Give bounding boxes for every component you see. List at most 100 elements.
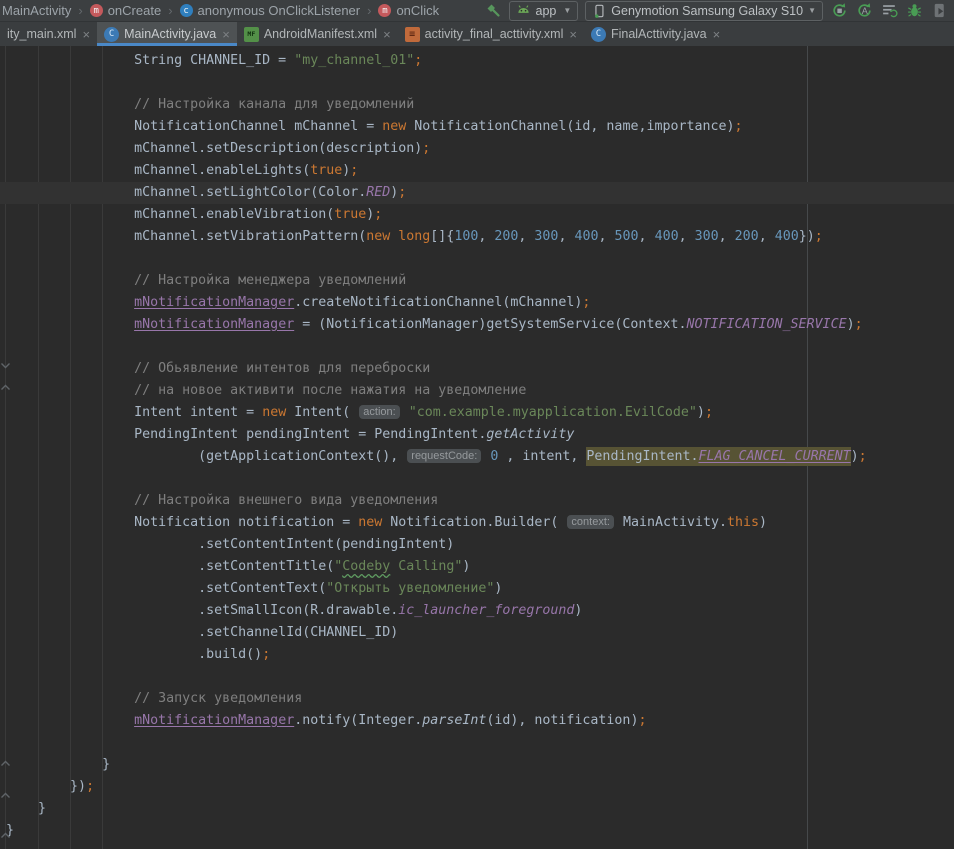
chevron-down-icon: ▼ xyxy=(563,6,571,15)
run-tasks-list-icon[interactable] xyxy=(880,2,898,20)
breadcrumb-label: MainActivity xyxy=(2,3,71,18)
tab-mainactivity-java[interactable]: C MainActivity.java × xyxy=(97,22,237,46)
code-token: .setChannelId(CHANNEL_ID) xyxy=(6,625,398,640)
tab-close-icon[interactable]: × xyxy=(81,28,90,41)
code-token xyxy=(401,405,409,420)
tab-androidmanifest-xml[interactable]: MFAndroidManifest.xml× xyxy=(237,22,398,46)
code-token: Codeby xyxy=(342,559,390,574)
fold-marker-icon[interactable] xyxy=(0,756,11,767)
svg-text:A: A xyxy=(861,6,867,16)
code-token: mChannel.enableVibration( xyxy=(6,207,334,222)
breadcrumb-label: onClick xyxy=(396,3,439,18)
breadcrumb-item-onclick[interactable]: monClick xyxy=(378,3,439,18)
code-token: new xyxy=(358,515,382,530)
code-line: .setContentIntent(pendingIntent) xyxy=(6,534,954,556)
breadcrumb-item-mainactivity[interactable]: MainActivity xyxy=(2,3,71,18)
code-line: mNotificationManager = (NotificationMana… xyxy=(6,314,954,336)
tab-list: ity_main.xml×CMainActivity.java×MFAndroi… xyxy=(0,22,727,46)
code-token: .setContentText( xyxy=(6,581,326,596)
code-token: // Обьявление интентов для переброски xyxy=(6,361,430,376)
layout-file-icon: ≡ xyxy=(405,27,420,42)
fold-marker-icon[interactable] xyxy=(0,788,11,799)
code-token: ; xyxy=(414,53,422,68)
code-token: "my_channel_01" xyxy=(294,53,414,68)
method-icon: m xyxy=(90,4,103,17)
code-token: ) xyxy=(759,515,767,530)
code-token: 100 xyxy=(454,229,478,244)
apply-code-changes-icon[interactable]: A xyxy=(855,2,873,20)
fold-marker-icon[interactable] xyxy=(0,358,11,369)
code-token: 400 xyxy=(574,229,598,244)
debug-bug-icon[interactable] xyxy=(905,2,923,20)
parameter-hint: context: xyxy=(567,515,614,529)
code-line: mChannel.setLightColor(Color.RED); xyxy=(6,182,954,204)
java-class-file-icon: C xyxy=(104,27,119,42)
code-token: ; xyxy=(582,295,590,310)
tab-ity-main-xml[interactable]: ity_main.xml × xyxy=(0,22,97,46)
code-token: ; xyxy=(398,185,406,200)
code-line: } xyxy=(6,820,954,842)
code-line: // Обьявление интентов для переброски xyxy=(6,358,954,380)
code-token: ) xyxy=(851,449,859,464)
code-token: (getApplicationContext(), xyxy=(6,449,406,464)
tab-label: ity_main.xml xyxy=(7,27,76,41)
code-line: .setContentText("Открыть уведомление") xyxy=(6,578,954,600)
fold-marker-icon[interactable] xyxy=(0,828,11,839)
code-token: PendingIntent. xyxy=(586,447,698,466)
code-line: PendingIntent pendingIntent = PendingInt… xyxy=(6,424,954,446)
code-line: // Настройка менеджера уведомлений xyxy=(6,270,954,292)
device-phone-icon xyxy=(592,3,606,19)
code-token: new xyxy=(262,405,286,420)
code-line: .build(); xyxy=(6,644,954,666)
module-selector[interactable]: app ▼ xyxy=(509,1,579,21)
code-token: ; xyxy=(855,317,863,332)
code-token: ; xyxy=(638,713,646,728)
parameter-hint: action: xyxy=(359,405,399,419)
code-line: Notification notification = new Notifica… xyxy=(6,512,954,534)
profile-device-icon[interactable] xyxy=(930,2,948,20)
code-content[interactable]: String CHANNEL_ID = "my_channel_01"; // … xyxy=(0,46,954,842)
code-token: .setContentIntent(pendingIntent) xyxy=(6,537,454,552)
tab-close-icon[interactable]: × xyxy=(712,28,721,41)
tab-activity-final-acttivity-xml[interactable]: ≡ activity_final_acttivity.xml × xyxy=(398,22,584,46)
chevron-down-icon: ▼ xyxy=(808,6,816,15)
tab-close-icon[interactable]: × xyxy=(382,28,391,41)
tab-label: MainActivity.java xyxy=(124,27,216,41)
code-token: }) xyxy=(6,779,86,794)
code-token: (id), notification) xyxy=(486,713,638,728)
code-token: ; xyxy=(815,229,823,244)
fold-marker-icon[interactable] xyxy=(0,380,11,391)
code-line: Intent intent = new Intent( action: "com… xyxy=(6,402,954,424)
code-line xyxy=(6,336,954,358)
code-token: , xyxy=(759,229,775,244)
code-token: this xyxy=(727,515,759,530)
breadcrumb-item-oncreate[interactable]: monCreate xyxy=(90,3,161,18)
breadcrumb-separator: › xyxy=(168,3,172,18)
code-token: []{ xyxy=(430,229,454,244)
code-token: new long xyxy=(366,229,430,244)
code-token: .setSmallIcon(R.drawable. xyxy=(6,603,398,618)
code-line: // Настройка внешнего вида уведомления xyxy=(6,490,954,512)
code-line xyxy=(6,732,954,754)
tab-close-icon[interactable]: × xyxy=(221,28,230,41)
code-token: RED xyxy=(366,185,390,200)
apply-changes-restart-icon[interactable] xyxy=(830,2,848,20)
tab-label: activity_final_acttivity.xml xyxy=(425,27,564,41)
code-editor[interactable]: String CHANNEL_ID = "my_channel_01"; // … xyxy=(0,46,954,849)
code-token: NotificationChannel mChannel = xyxy=(6,119,382,134)
tab-finalacttivity-java[interactable]: CFinalActtivity.java× xyxy=(584,22,727,46)
code-token: ) xyxy=(574,603,582,618)
manifest-file-icon: MF xyxy=(244,27,259,42)
breadcrumb-bar: MainActivity›monCreate›canonymous OnClic… xyxy=(0,0,954,22)
device-selector-label: Genymotion Samsung Galaxy S10 xyxy=(611,4,803,18)
breadcrumb-list: MainActivity›monCreate›canonymous OnClic… xyxy=(2,3,439,18)
device-selector[interactable]: Genymotion Samsung Galaxy S10 ▼ xyxy=(585,1,823,21)
code-token: ic_launcher_foreground xyxy=(398,603,574,618)
breadcrumb-item-anonymous-onclicklistener[interactable]: canonymous OnClickListener xyxy=(180,3,361,18)
code-token: ; xyxy=(705,405,713,420)
build-hammer-icon[interactable] xyxy=(484,2,502,20)
android-head-icon xyxy=(516,3,531,18)
code-line: (getApplicationContext(), requestCode: 0… xyxy=(6,446,954,468)
tab-close-icon[interactable]: × xyxy=(568,28,577,41)
code-line: .setContentTitle("Codeby Calling") xyxy=(6,556,954,578)
